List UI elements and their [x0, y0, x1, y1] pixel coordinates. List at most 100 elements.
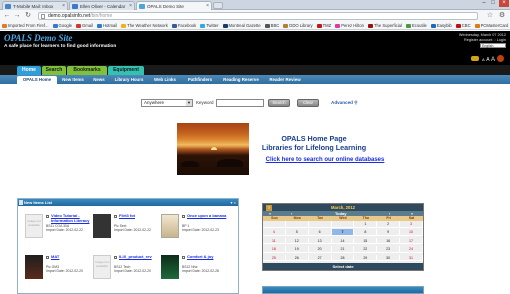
clear-button[interactable]: Clear — [297, 99, 319, 107]
item-title-link[interactable]: MAT — [51, 254, 93, 260]
bookmark-item[interactable]: Easybib — [430, 22, 452, 29]
select-checkbox[interactable] — [114, 215, 117, 218]
menu-tab-equipment[interactable]: Equipment — [108, 66, 144, 75]
menu-tab-bookmarks[interactable]: Bookmarks — [67, 66, 107, 75]
bookmark-item[interactable]: Twitter — [200, 22, 219, 29]
select-checkbox[interactable] — [182, 215, 185, 218]
book-cover-image[interactable] — [93, 214, 111, 238]
bookmark-item[interactable]: The Weather Network — [121, 22, 168, 29]
key-icon[interactable] — [470, 56, 479, 61]
calendar-day-cell[interactable]: 3 — [400, 221, 423, 228]
calendar-day-cell[interactable]: 26 — [285, 254, 309, 262]
site-logo[interactable]: OPALS Demo Site — [4, 33, 72, 43]
calendar-day-cell[interactable]: 8 — [354, 229, 378, 236]
language-select[interactable]: English — [480, 43, 506, 48]
submenu-pathfinders[interactable]: Pathfinders — [183, 75, 217, 84]
calendar-day-cell[interactable]: 10 — [400, 229, 423, 236]
star-icon[interactable]: ☆ — [486, 12, 494, 20]
calendar-day-cell[interactable]: 6 — [308, 229, 332, 236]
bookmark-item[interactable]: TMZ — [316, 22, 331, 29]
bookmark-item[interactable]: Perez Hilton — [335, 22, 364, 29]
book-cover-image[interactable] — [161, 214, 179, 238]
calendar-day-cell[interactable]: 30 — [377, 254, 401, 262]
submenu-web-links[interactable]: Web Links — [150, 75, 180, 84]
select-checkbox[interactable] — [114, 256, 117, 259]
calendar-day-cell[interactable]: 31 — [400, 254, 423, 262]
bookmark-item[interactable]: Ecoutile — [405, 22, 427, 29]
browser-tab-mail[interactable]: T-Mobile Mail: Inbox × — [2, 1, 68, 10]
close-window-icon[interactable]: × — [499, 0, 509, 7]
book-cover-image[interactable] — [161, 255, 179, 279]
back-arrow-icon[interactable]: ← — [3, 12, 11, 20]
submenu-reading-reserve[interactable]: Reading Reserve — [219, 75, 263, 84]
submenu-reader-review[interactable]: Reader Review — [265, 75, 305, 84]
calendar-day-cell[interactable]: 2 — [377, 221, 401, 228]
calendar-day-cell[interactable]: 4 — [263, 229, 286, 236]
bookmark-item[interactable]: Gmail — [76, 22, 93, 29]
calendar-day-cell[interactable]: 13 — [308, 237, 332, 245]
select-checkbox[interactable] — [46, 256, 49, 259]
calendar-day-cell[interactable]: 22 — [354, 246, 378, 253]
item-title-link[interactable]: Video Tutorial - Information Literacy — [51, 213, 93, 223]
select-checkbox[interactable] — [46, 215, 49, 218]
bookmark-item[interactable]: BBC — [264, 22, 279, 29]
wrench-icon[interactable]: ⚙ — [498, 12, 506, 20]
font-medium-icon[interactable]: A — [486, 57, 489, 63]
calendar-day-cell[interactable]: 18 — [263, 246, 286, 253]
calendar-day-cell[interactable]: 23 — [377, 246, 401, 253]
search-scope-select[interactable]: Anywhere ▼ — [141, 99, 193, 107]
bookmark-item[interactable]: Google — [52, 22, 72, 29]
calendar-day-cell[interactable]: 28 — [331, 254, 355, 262]
help-icon[interactable] — [497, 55, 504, 62]
calendar-day-cell[interactable]: 27 — [308, 254, 332, 262]
browser-tab-calendar[interactable]: Ellen Oliver - Calendar × — [69, 1, 135, 10]
calendar-day-cell[interactable]: 24 — [400, 246, 423, 253]
calendar-day-cell[interactable]: 19 — [285, 246, 309, 253]
calendar-day-cell[interactable]: 11 — [263, 237, 286, 245]
item-title-link[interactable]: Flirt3 fot — [119, 213, 161, 219]
advanced-search-link[interactable]: Advanced ⚲ — [331, 100, 358, 106]
address-bar[interactable]: demo.opalsinfo.net/bin/home — [38, 12, 478, 20]
item-title-link[interactable]: ILIX_product_rev — [119, 254, 161, 260]
panel-controls-icon[interactable]: ▾ × — [231, 199, 236, 206]
bookmark-item[interactable]: Facebook — [171, 22, 196, 29]
submenu-library-hours[interactable]: Library Hours — [111, 75, 147, 84]
minimize-icon[interactable]: – — [480, 0, 488, 7]
book-cover-image[interactable]: Image not available — [25, 214, 43, 238]
bookmark-item[interactable]: PCMasterCard — [474, 22, 508, 29]
calendar-day-cell[interactable]: 1 — [354, 221, 378, 228]
close-icon[interactable]: × — [62, 3, 65, 9]
book-cover-image[interactable] — [25, 255, 43, 279]
calendar-day-cell[interactable]: 16 — [377, 237, 401, 245]
reload-icon[interactable]: ↻ — [24, 12, 32, 20]
close-icon[interactable]: × — [206, 3, 209, 9]
bookmark-item[interactable]: Hotmail — [96, 22, 117, 29]
calendar-day-cell[interactable]: 12 — [285, 237, 309, 245]
font-large-icon[interactable]: A — [491, 57, 495, 63]
calendar-day-cell[interactable]: 25 — [263, 254, 286, 262]
bookmark-item[interactable]: DDO Library — [283, 22, 313, 29]
menu-tab-home[interactable]: Home — [17, 66, 41, 75]
maximize-icon[interactable]: □ — [489, 0, 497, 7]
select-checkbox[interactable] — [182, 256, 185, 259]
bookmark-item[interactable]: Imported From Firef... — [2, 22, 49, 29]
keyword-input[interactable] — [216, 99, 264, 107]
menu-tab-search[interactable]: Search — [42, 66, 66, 75]
submenu-new-items[interactable]: New Items — [59, 75, 87, 84]
calendar-day-cell[interactable]: 15 — [354, 237, 378, 245]
bookmark-item[interactable]: The Superficial — [368, 22, 402, 29]
submenu-opals-home[interactable]: OPALS Home — [17, 76, 57, 84]
calendar-day-cell[interactable]: 5 — [285, 229, 309, 236]
book-cover-image[interactable]: Image not available — [93, 255, 111, 279]
bookmark-item[interactable]: CBC — [455, 22, 471, 29]
calendar-day-cell[interactable]: 29 — [354, 254, 378, 262]
new-tab-button[interactable] — [213, 2, 223, 9]
calendar-day-cell[interactable]: 14 — [331, 237, 355, 245]
close-icon[interactable]: × — [129, 3, 132, 9]
calendar-day-cell[interactable]: 21 — [331, 246, 355, 253]
submenu-news[interactable]: News — [89, 75, 109, 84]
calendar-day-cell[interactable]: 7 — [331, 229, 355, 236]
calendar-day-cell[interactable]: 20 — [308, 246, 332, 253]
item-title-link[interactable]: Comfort & joy — [187, 254, 229, 260]
font-small-icon[interactable]: A — [482, 57, 485, 62]
